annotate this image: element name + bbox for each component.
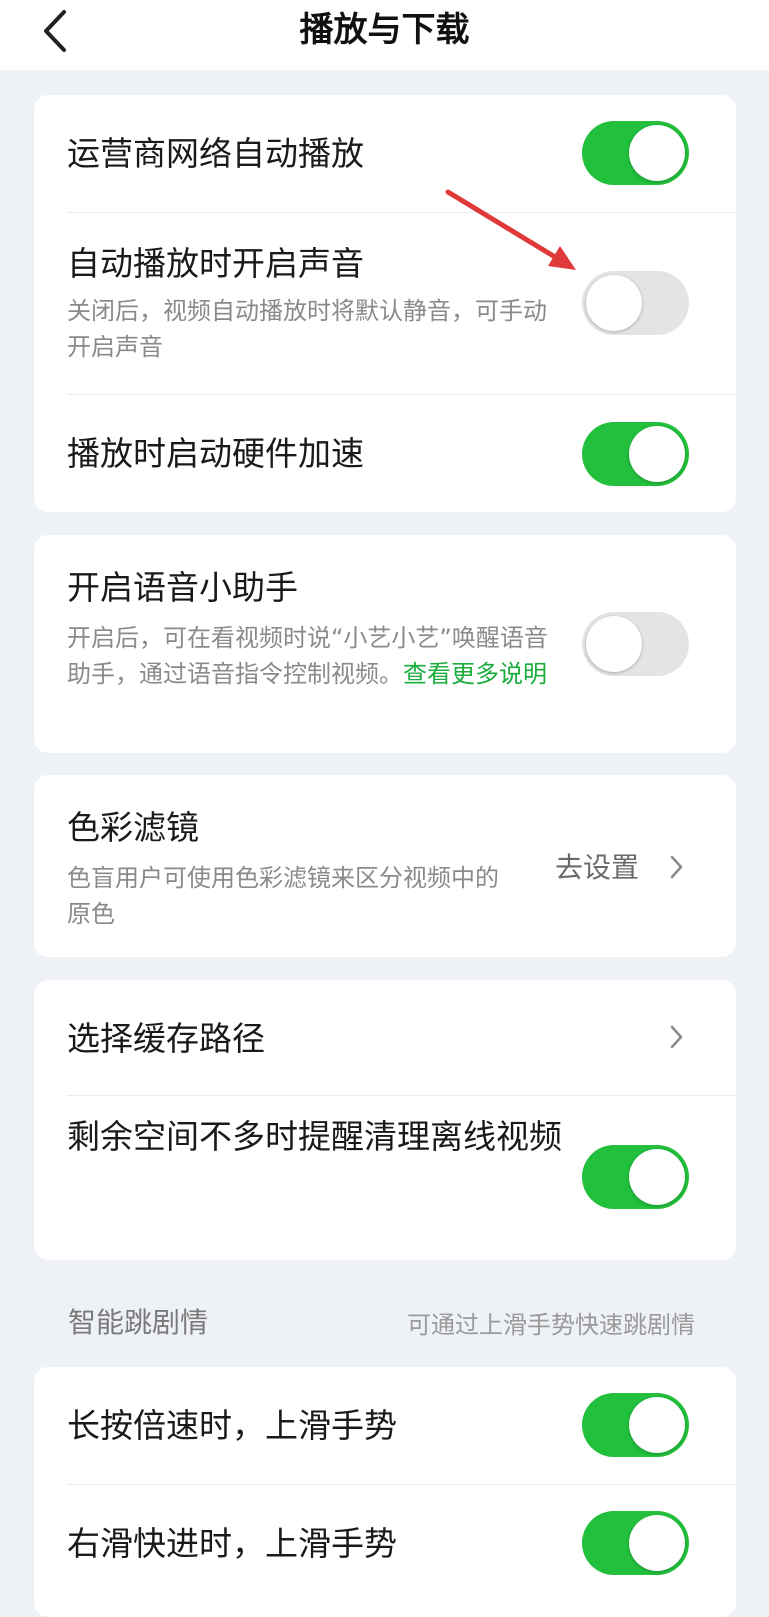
color-filter-card[interactable]: 色彩滤镜 色盲用户可使用色彩滤镜来区分视频中的原色 去设置	[34, 775, 736, 957]
toggle-knob	[629, 1397, 685, 1453]
toggle-knob	[629, 125, 685, 181]
smart-skip-section-hint: 可通过上滑手势快速跳剧情	[407, 1311, 695, 1339]
autoplay-sound-desc: 关闭后，视频自动播放时将默认静音，可手动开启声音	[67, 297, 547, 361]
smart-skip-card: 长按倍速时，上滑手势 右滑快进时，上滑手势	[34, 1367, 736, 1617]
storage-card: 选择缓存路径 剩余空间不多时提醒清理离线视频	[34, 980, 736, 1260]
carrier-autoplay-toggle[interactable]	[582, 121, 689, 185]
playback-card: 运营商网络自动播放 自动播放时开启声音 关闭后，视频自动播放时将默认静音，可手动…	[34, 95, 736, 512]
autoplay-sound-row: 自动播放时开启声音 关闭后，视频自动播放时将默认静音，可手动开启声音	[34, 213, 736, 395]
color-filter-title: 色彩滤镜	[67, 808, 199, 847]
hw-accel-row: 播放时启动硬件加速	[34, 395, 736, 512]
long-press-title: 长按倍速时，上滑手势	[67, 1406, 397, 1445]
voice-assistant-desc: 开启后，可在看视频时说“小艺小艺”唤醒语音助手，通过语音指令控制视频。查看更多说…	[67, 620, 557, 692]
low-space-title: 剩余空间不多时提醒清理离线视频	[67, 1117, 562, 1156]
chevron-right-icon	[670, 1025, 683, 1049]
autoplay-sound-title: 自动播放时开启声音	[67, 244, 364, 283]
swipe-right-title: 右滑快进时，上滑手势	[67, 1524, 397, 1563]
see-more-link[interactable]: 查看更多说明	[403, 660, 547, 688]
long-press-toggle[interactable]	[582, 1393, 689, 1457]
voice-assistant-toggle[interactable]	[582, 612, 689, 676]
carrier-autoplay-title: 运营商网络自动播放	[67, 134, 364, 173]
page-title: 播放与下载	[299, 10, 470, 50]
cache-path-title: 选择缓存路径	[67, 1019, 265, 1058]
toggle-knob	[586, 616, 642, 672]
toggle-knob	[586, 275, 642, 331]
smart-skip-section-label: 智能跳剧情	[68, 1306, 209, 1339]
cache-path-row[interactable]: 选择缓存路径	[34, 980, 736, 1095]
toggle-knob	[629, 1149, 685, 1205]
swipe-right-toggle[interactable]	[582, 1511, 689, 1575]
color-filter-desc: 色盲用户可使用色彩滤镜来区分视频中的原色	[67, 864, 499, 928]
autoplay-sound-toggle[interactable]	[582, 271, 689, 335]
hw-accel-toggle[interactable]	[582, 422, 689, 486]
toggle-knob	[629, 1515, 685, 1571]
low-space-row: 剩余空间不多时提醒清理离线视频	[34, 1096, 736, 1260]
hw-accel-title: 播放时启动硬件加速	[67, 434, 364, 473]
voice-assistant-card: 开启语音小助手 开启后，可在看视频时说“小艺小艺”唤醒语音助手，通过语音指令控制…	[34, 535, 736, 753]
swipe-right-row: 右滑快进时，上滑手势	[34, 1485, 736, 1615]
carrier-autoplay-row: 运营商网络自动播放	[34, 95, 736, 213]
top-bar: 播放与下载	[0, 0, 769, 70]
long-press-row: 长按倍速时，上滑手势	[34, 1367, 736, 1484]
low-space-toggle[interactable]	[582, 1145, 689, 1209]
go-settings-label[interactable]: 去设置	[555, 848, 639, 888]
toggle-knob	[629, 426, 685, 482]
chevron-right-icon	[670, 855, 683, 879]
voice-assistant-title: 开启语音小助手	[67, 568, 298, 607]
